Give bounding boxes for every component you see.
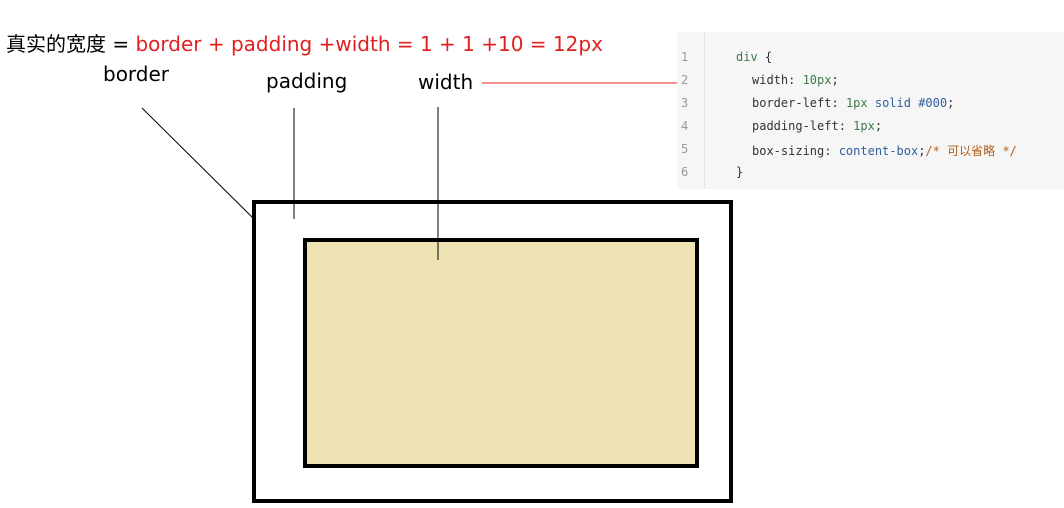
- code-line-3: border-left: 1px solid #000;: [752, 96, 954, 110]
- colon: :: [838, 119, 854, 133]
- line-number: 4: [681, 119, 689, 133]
- code-gutter: 1 2 3 4 5 6: [677, 32, 705, 189]
- line-number: 6: [681, 165, 689, 179]
- line-number: 3: [681, 96, 689, 110]
- line-number: 5: [681, 142, 689, 156]
- close-brace: }: [736, 165, 744, 179]
- css-property: border-left: [752, 96, 832, 110]
- colon: :: [788, 73, 803, 87]
- css-selector: div: [736, 50, 758, 64]
- css-value: 1px: [853, 119, 875, 133]
- line-number: 1: [681, 50, 689, 64]
- css-property: box-sizing: [752, 144, 825, 158]
- code-line-2: width: 10px;: [752, 73, 839, 87]
- css-comment: /* 可以省略 */: [925, 144, 1017, 158]
- code-line-4: padding-left: 1px;: [752, 119, 882, 133]
- border-pointer-line: [141, 107, 254, 219]
- css-value: 10px: [802, 73, 832, 87]
- css-property: width: [752, 73, 789, 87]
- css-value: 1px: [845, 96, 868, 110]
- semicolon: ;: [874, 119, 883, 133]
- css-value: #000: [918, 96, 948, 110]
- css-property: padding-left: [752, 119, 839, 133]
- colon: :: [824, 144, 839, 158]
- code-line-1: div {: [736, 50, 772, 64]
- open-brace: {: [757, 50, 773, 64]
- line-number: 2: [681, 73, 689, 87]
- css-value: content-box: [838, 144, 919, 158]
- colon: :: [831, 96, 846, 110]
- semicolon: ;: [831, 73, 839, 87]
- code-line-6: }: [736, 165, 743, 179]
- css-code-block: 1 2 3 4 5 6 div { width: 10px; border-le…: [677, 32, 1064, 189]
- semicolon: ;: [947, 96, 955, 110]
- css-value: solid: [867, 96, 919, 110]
- code-line-5: box-sizing: content-box;/* 可以省略 */: [752, 142, 1017, 159]
